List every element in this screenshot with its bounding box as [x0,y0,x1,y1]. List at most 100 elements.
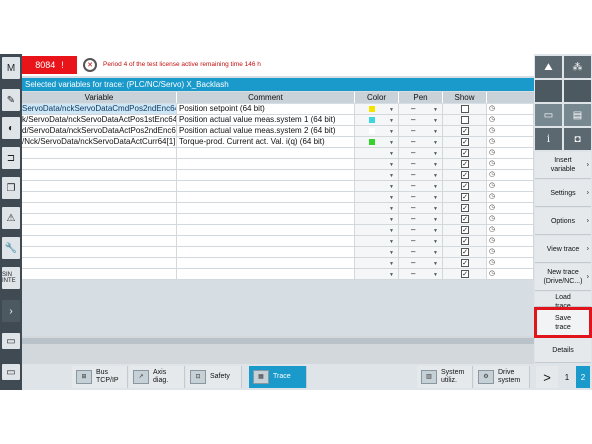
expand-arrow-icon[interactable]: › [2,300,20,322]
color-selector[interactable]: ▼ [355,269,399,279]
show-checkbox[interactable]: ✓ [461,127,469,135]
trigger-cell[interactable]: ◷ [487,148,534,158]
variable-cell[interactable] [22,148,177,158]
program-edit-icon[interactable]: ✎ [2,89,20,111]
color-selector[interactable]: ▼ [355,115,399,125]
color-selector[interactable]: ▼ [355,159,399,169]
variable-cell[interactable] [22,247,177,257]
pen-selector[interactable]: – ▼ [399,258,443,268]
variable-cell[interactable] [22,159,177,169]
variable-cell[interactable] [22,214,177,224]
color-selector[interactable]: ▼ [355,236,399,246]
color-selector[interactable]: ▼ [355,126,399,136]
variable-cell[interactable]: ServoData/nckServoDataCmdPos2ndEnc64[1] [22,104,177,114]
show-checkbox[interactable]: ✓ [461,182,469,190]
page-1-button[interactable]: 1 [560,366,574,388]
trigger-cell[interactable]: ◷ [487,104,534,114]
table-row[interactable]: ▼ – ▼ ✓ ◷ [22,203,534,214]
alarm-number-badge[interactable]: 8084 ! [22,56,77,74]
color-selector[interactable]: ▼ [355,148,399,158]
camera-icon[interactable]: ◘ [564,128,591,150]
variable-cell[interactable] [22,258,177,268]
details-button[interactable]: Details [535,338,591,363]
table-row[interactable]: ▼ – ▼ ✓ ◷ [22,214,534,225]
pen-selector[interactable]: – ▼ [399,225,443,235]
color-selector[interactable]: ▼ [355,137,399,147]
new-trace-button[interactable]: New trace (Drive/NC...) › [535,264,591,291]
window-icon[interactable]: ▭ [2,364,20,380]
show-checkbox[interactable]: ✓ [461,215,469,223]
options-button[interactable]: Options › [535,208,591,235]
table-row[interactable]: ▼ – ▼ ✓ ◷ [22,247,534,258]
table-row[interactable]: d/ServoData/nckServoDataActPos2ndEnc64[1… [22,126,534,137]
color-selector[interactable]: ▼ [355,258,399,268]
trace-tab-button[interactable]: ▦ Trace [249,366,307,388]
variable-cell[interactable]: /Nck/ServoData/nckServoDataActCurr64[1] [22,137,177,147]
setup-icon[interactable]: 🔧 [2,237,20,259]
trigger-cell[interactable]: ◷ [487,159,534,169]
blank-top-key-2[interactable] [564,80,591,102]
variable-cell[interactable] [22,192,177,202]
insert-variable-button[interactable]: Insert variable › [535,152,591,179]
color-selector[interactable]: ▼ [355,192,399,202]
load-trace-button[interactable]: Load trace [535,292,591,310]
show-checkbox[interactable]: ✓ [461,160,469,168]
trigger-cell[interactable]: ◷ [487,115,534,125]
show-checkbox[interactable]: ✓ [461,193,469,201]
show-checkbox[interactable]: ✓ [461,204,469,212]
variable-cell[interactable]: k/ServoData/nckServoDataActPos1stEnc64[1… [22,115,177,125]
trigger-cell[interactable]: ◷ [487,126,534,136]
table-row[interactable]: ▼ – ▼ ✓ ◷ [22,148,534,159]
table-row[interactable]: ▼ – ▼ ✓ ◷ [22,225,534,236]
save-trace-button[interactable]: Save trace [537,310,589,335]
variable-cell[interactable] [22,181,177,191]
color-selector[interactable]: ▼ [355,181,399,191]
trigger-cell[interactable]: ◷ [487,225,534,235]
trigger-cell[interactable]: ◷ [487,247,534,257]
table-row[interactable]: ▼ – ▼ ✓ ◷ [22,192,534,203]
trigger-cell[interactable]: ◷ [487,214,534,224]
show-checkbox[interactable] [461,105,469,113]
show-checkbox[interactable]: ✓ [461,259,469,267]
show-checkbox[interactable]: ✓ [461,226,469,234]
color-selector[interactable]: ▼ [355,104,399,114]
variable-cell[interactable] [22,203,177,213]
horizontal-scrollbar[interactable] [22,338,534,344]
pen-selector[interactable]: – ▼ [399,236,443,246]
pen-selector[interactable]: – ▼ [399,203,443,213]
next-page-button[interactable]: > [536,366,558,388]
page-2-button[interactable]: 2 [576,366,590,388]
table-row[interactable]: ▼ – ▼ ✓ ◷ [22,269,534,280]
show-checkbox[interactable]: ✓ [461,138,469,146]
pen-selector[interactable]: – ▼ [399,115,443,125]
show-checkbox[interactable]: ✓ [461,248,469,256]
variable-cell[interactable] [22,170,177,180]
drive-system-button[interactable]: ⚙ Drive system [474,366,530,388]
trigger-cell[interactable]: ◷ [487,236,534,246]
color-selector[interactable]: ▼ [355,170,399,180]
show-checkbox[interactable]: ✓ [461,270,469,278]
diagnostics-icon[interactable]: ⚠ [2,207,20,229]
table-row[interactable]: /Nck/ServoData/nckServoDataActCurr64[1] T… [22,137,534,148]
settings-button[interactable]: Settings › [535,180,591,207]
color-selector[interactable]: ▼ [355,225,399,235]
table-row[interactable]: ▼ – ▼ ✓ ◷ [22,181,534,192]
pen-selector[interactable]: – ▼ [399,104,443,114]
color-selector[interactable]: ▼ [355,203,399,213]
view-trace-button[interactable]: View trace › [535,236,591,263]
program-manager-icon[interactable]: ❐ [2,177,20,199]
variable-cell[interactable] [22,236,177,246]
machine-icon[interactable]: M [2,57,20,79]
program-icon[interactable]: ⊐ [2,147,20,169]
alarm-stop-icon[interactable]: ✕ [83,58,97,72]
table-row[interactable]: ▼ – ▼ ✓ ◷ [22,170,534,181]
trigger-cell[interactable]: ◷ [487,170,534,180]
pen-selector[interactable]: – ▼ [399,269,443,279]
pen-selector[interactable]: – ▼ [399,214,443,224]
table-row[interactable]: ▼ – ▼ ✓ ◷ [22,159,534,170]
show-checkbox[interactable]: ✓ [461,149,469,157]
trigger-cell[interactable]: ◷ [487,137,534,147]
axis-diag-button[interactable]: ↗ Axis diag. [129,366,185,388]
pen-selector[interactable]: – ▼ [399,181,443,191]
calculator-icon[interactable]: ▭ [535,104,562,126]
